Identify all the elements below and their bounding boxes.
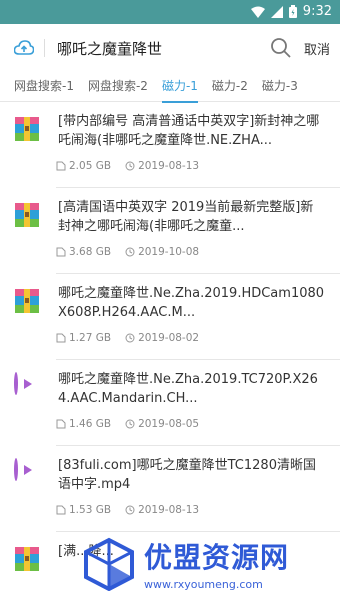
status-time: 9:32 xyxy=(302,4,332,19)
list-item[interactable]: [带内部编号 高清普通话中英双字]新封神之哪吒闹海(非哪吒之魔童降世.NE.ZH… xyxy=(15,102,340,188)
archive-icon xyxy=(14,116,40,142)
item-title: 哪吒之魔童降世.Ne.Zha.2019.TC720P.X264.AAC.Mand… xyxy=(58,372,318,406)
item-meta: 2.05 GB 2019-08-13 xyxy=(56,160,199,172)
video-play-icon xyxy=(14,372,40,400)
search-input[interactable]: 哪吒之魔童降世 xyxy=(57,38,270,59)
tab-magnet-2[interactable]: 磁力-2 xyxy=(212,72,248,102)
item-size: 1.53 GB xyxy=(69,504,112,516)
item-size: 1.27 GB xyxy=(69,332,112,344)
item-meta: 1.46 GB 2019-08-05 xyxy=(56,418,199,430)
file-size-icon xyxy=(56,505,66,515)
signal-icon xyxy=(270,5,283,18)
item-title: [83fuli.com]哪吒之魔童降世TC1280清晰国语中字.mp4 xyxy=(58,458,316,492)
battery-icon xyxy=(288,5,297,18)
item-meta: 3.68 GB 2019-10-08 xyxy=(56,246,199,258)
file-size-icon xyxy=(56,247,66,257)
cancel-button[interactable]: 取消 xyxy=(304,39,330,58)
item-meta: 1.27 GB 2019-08-02 xyxy=(56,332,199,344)
list-item[interactable]: [高清国语中英双字 2019当前最新完整版]新封神之哪吒闹海(非哪吒之魔童...… xyxy=(15,188,340,274)
item-size: 2.05 GB xyxy=(69,160,112,172)
search-icon[interactable] xyxy=(270,37,292,59)
archive-icon xyxy=(14,202,40,228)
tab-bar: 网盘搜索-1 网盘搜索-2 磁力-1 磁力-2 磁力-3 xyxy=(0,72,340,103)
clock-icon xyxy=(125,419,135,429)
clock-icon xyxy=(125,333,135,343)
video-play-icon xyxy=(14,458,40,486)
watermark: 优盟资源网 www.rxyoumeng.com xyxy=(82,520,340,607)
clock-icon xyxy=(125,505,135,515)
clock-icon xyxy=(125,247,135,257)
clock-icon xyxy=(125,161,135,171)
watermark-url: www.rxyoumeng.com xyxy=(144,578,263,591)
item-size: 1.46 GB xyxy=(69,418,112,430)
item-date: 2019-10-08 xyxy=(138,246,200,258)
list-item[interactable]: 哪吒之魔童降世.Ne.Zha.2019.TC720P.X264.AAC.Mand… xyxy=(14,360,340,446)
tab-cloud-search-1[interactable]: 网盘搜索-1 xyxy=(14,72,74,102)
archive-icon xyxy=(14,288,40,314)
item-date: 2019-08-05 xyxy=(138,418,200,430)
divider xyxy=(44,39,45,57)
archive-icon xyxy=(14,546,40,572)
file-size-icon xyxy=(56,419,66,429)
cloud-upload-icon[interactable] xyxy=(13,40,35,56)
file-size-icon xyxy=(56,161,66,171)
cube-logo-icon xyxy=(84,537,134,591)
tab-cloud-search-2[interactable]: 网盘搜索-2 xyxy=(88,72,148,102)
item-date: 2019-08-13 xyxy=(138,504,200,516)
tab-magnet-3[interactable]: 磁力-3 xyxy=(262,72,298,102)
item-title: 哪吒之魔童降世.Ne.Zha.2019.HDCam1080X608P.H264.… xyxy=(58,286,325,320)
search-bar: 哪吒之魔童降世 取消 xyxy=(0,24,340,72)
wifi-icon xyxy=(250,6,265,18)
list-item[interactable]: 哪吒之魔童降世.Ne.Zha.2019.HDCam1080X608P.H264.… xyxy=(15,274,340,360)
item-date: 2019-08-02 xyxy=(138,332,200,344)
item-title: [带内部编号 高清普通话中英双字]新封神之哪吒闹海(非哪吒之魔童降世.NE.ZH… xyxy=(58,114,320,148)
item-title: [高清国语中英双字 2019当前最新完整版]新封神之哪吒闹海(非哪吒之魔童... xyxy=(58,200,314,234)
watermark-title: 优盟资源网 xyxy=(144,541,290,574)
item-meta: 1.53 GB 2019-08-13 xyxy=(56,504,199,516)
file-size-icon xyxy=(56,333,66,343)
item-date: 2019-08-13 xyxy=(138,160,200,172)
tab-magnet-1[interactable]: 磁力-1 xyxy=(161,72,198,103)
status-bar: 9:32 xyxy=(0,0,340,24)
item-size: 3.68 GB xyxy=(69,246,112,258)
